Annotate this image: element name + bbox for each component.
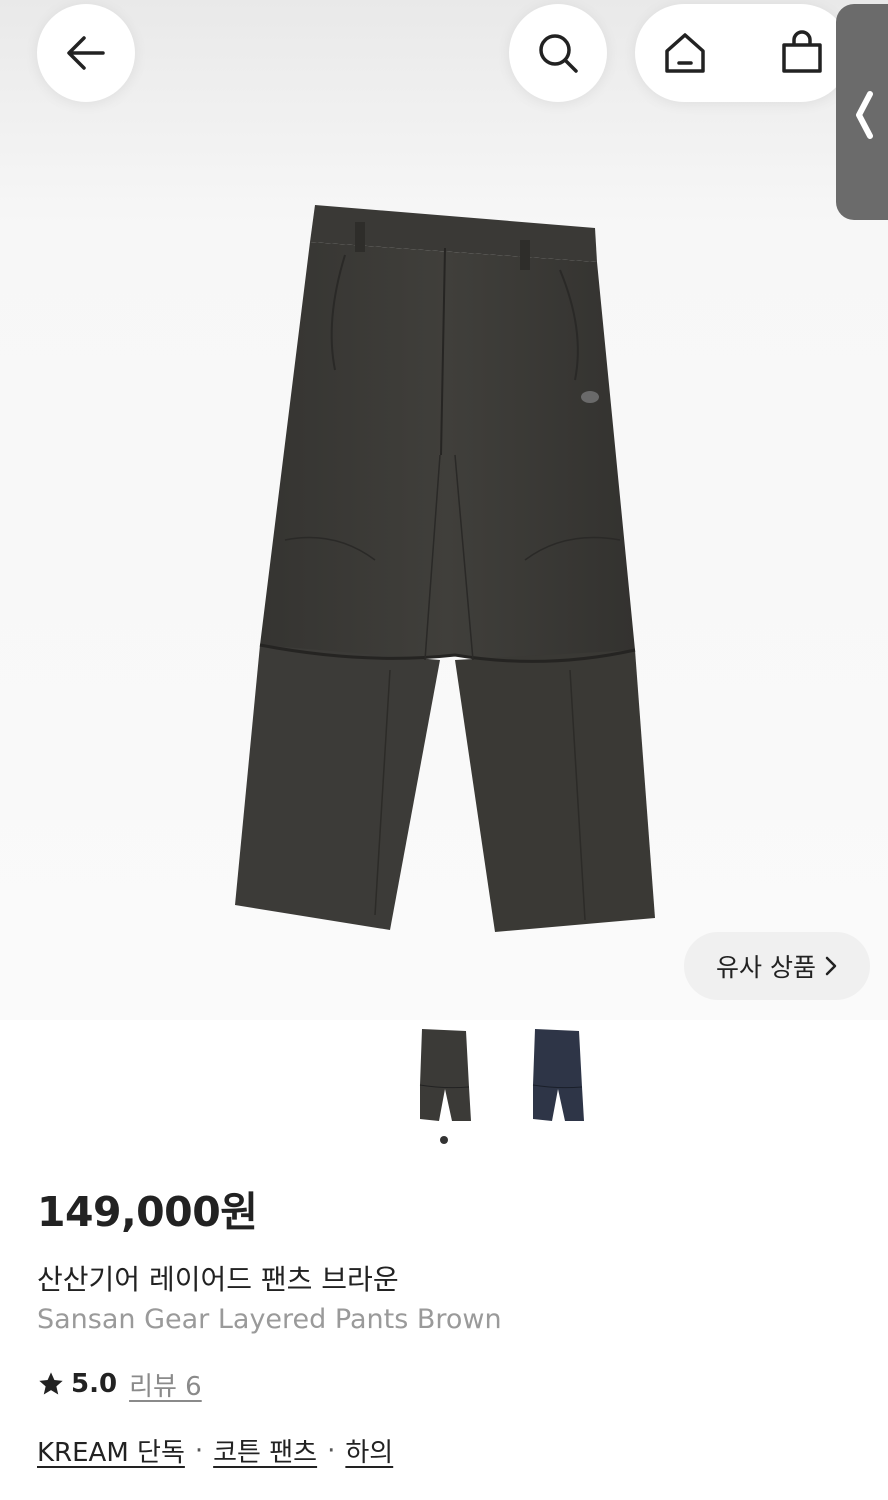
chevron-right-icon <box>825 956 837 976</box>
arrow-left-icon <box>67 36 105 70</box>
thumbnail-image-navy <box>532 1029 584 1121</box>
product-name-english: Sansan Gear Layered Pants Brown <box>37 1304 502 1335</box>
back-button[interactable] <box>37 4 135 102</box>
side-panel-handle[interactable] <box>836 4 888 220</box>
home-icon <box>665 33 705 73</box>
tag-separator: · <box>194 1435 204 1466</box>
thumbnail-navy[interactable] <box>527 1025 589 1129</box>
nav-pill <box>635 4 850 102</box>
thumbnail-image-brown <box>419 1029 471 1121</box>
search-icon <box>539 34 578 73</box>
tag-bottoms[interactable]: 하의 <box>345 1432 393 1469</box>
tag-list: KREAM 단독 · 코튼 팬츠 · 하의 <box>37 1432 393 1469</box>
shopping-bag-icon <box>782 30 822 73</box>
search-button[interactable] <box>509 4 607 102</box>
product-image <box>235 205 655 932</box>
tag-kream-exclusive[interactable]: KREAM 단독 <box>37 1432 185 1469</box>
tag-cotton-pants[interactable]: 코튼 팬츠 <box>213 1432 317 1469</box>
home-button[interactable] <box>660 28 710 78</box>
product-price: 149,000원 <box>37 1188 258 1236</box>
tag-separator: · <box>327 1435 336 1466</box>
rating-row: 5.0 리뷰 6 <box>37 1366 202 1402</box>
thumbnail-brown[interactable] <box>414 1025 476 1129</box>
shopping-bag-button[interactable] <box>777 28 827 78</box>
product-name-korean: 산산기어 레이어드 팬츠 브라운 <box>37 1263 399 1296</box>
carousel-indicator-dot <box>440 1136 448 1144</box>
rating-score: 5.0 <box>71 1369 118 1399</box>
product-image-area[interactable] <box>0 0 888 1020</box>
review-link[interactable]: 리뷰 6 <box>129 1366 202 1403</box>
star-icon <box>39 1372 63 1395</box>
similar-products-button[interactable]: 유사 상품 <box>684 932 870 1000</box>
similar-products-label: 유사 상품 <box>716 953 816 982</box>
chevron-left-icon <box>856 91 873 139</box>
